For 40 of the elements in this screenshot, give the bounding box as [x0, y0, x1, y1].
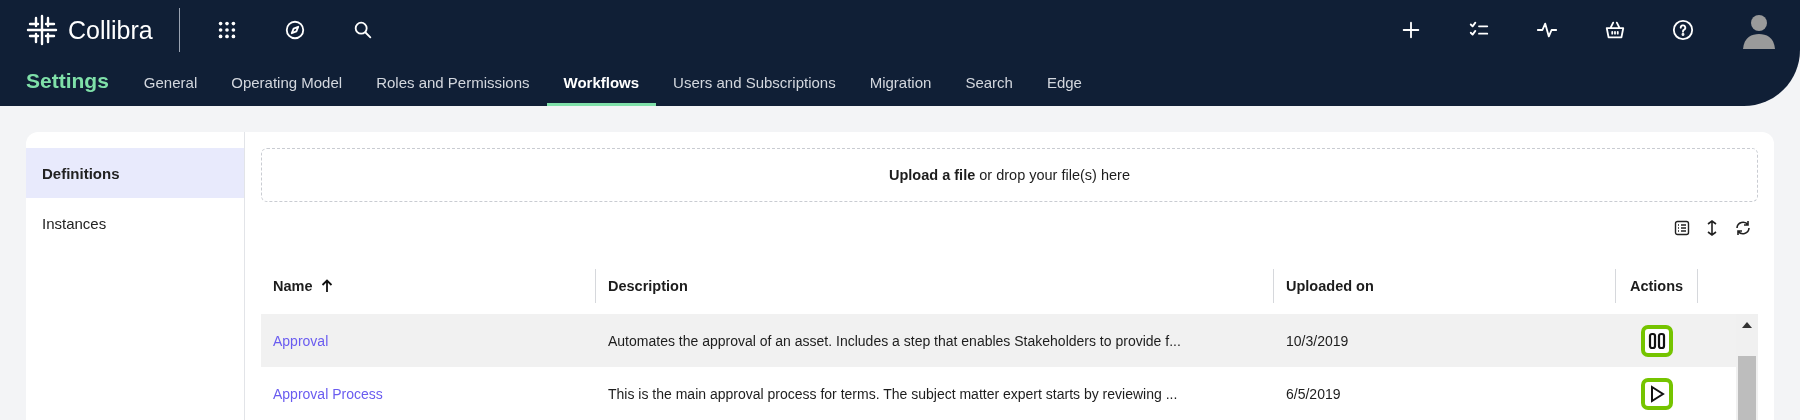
action-button[interactable]	[1641, 324, 1673, 357]
action-button[interactable]	[1641, 377, 1673, 410]
nav-tab[interactable]: Operating Model	[214, 62, 360, 106]
date-cell-text: 10/3/2019	[1285, 332, 1349, 349]
description-cell: Automates the approval of an asset. Includes a step that enables Stakeholders to provide f...	[608, 332, 1181, 349]
upload-dropzone[interactable]: Upload a file or drop your file(s) here	[261, 148, 1758, 202]
basket-icon[interactable]	[1604, 19, 1626, 41]
nav-tab[interactable]: Workflows	[546, 62, 657, 106]
column-header[interactable]: Uploaded on	[1286, 278, 1374, 294]
column-header[interactable]: Actions	[1629, 278, 1684, 294]
logo-icon	[26, 14, 58, 46]
pause-icon	[1648, 331, 1666, 350]
help-icon[interactable]	[1672, 19, 1694, 41]
nav-tab[interactable]: Roles and Permissions	[359, 62, 547, 106]
nav-tab[interactable]: General	[126, 62, 215, 106]
compass-icon[interactable]	[283, 19, 306, 41]
list-icon[interactable]	[1674, 220, 1690, 236]
table-row[interactable]: Approval Automates the approval of an asset. Includes a step that enables Stakeholders to provide f... 10/3/2019	[261, 314, 1736, 367]
play-icon	[1648, 384, 1666, 403]
column-header[interactable]: Description	[608, 278, 688, 294]
table-row[interactable]: Approval Process This is the main approval process for terms. The subject matter expert starts by reviewing ... 6/5/2019	[261, 367, 1736, 420]
brand-name[interactable]: Collibra	[68, 15, 153, 45]
nav-tab[interactable]: Migration	[852, 62, 949, 106]
workflow-link[interactable]: Approval	[261, 332, 329, 349]
scrollbar[interactable]	[1736, 314, 1758, 420]
page-title: Settings	[26, 69, 109, 93]
sidebar-item[interactable]: Definitions	[26, 148, 244, 198]
refresh-icon[interactable]	[1734, 220, 1752, 236]
nav-tab[interactable]: Edge	[1029, 62, 1099, 106]
sidebar-item[interactable]: Instances	[26, 198, 244, 248]
plus-icon[interactable]	[1400, 19, 1422, 41]
row-height-icon[interactable]	[1706, 219, 1718, 237]
nav-tab[interactable]: Users and Subscriptions	[656, 62, 853, 106]
sort-arrow-icon[interactable]	[320, 279, 333, 293]
workflow-link[interactable]: Approval Process	[261, 385, 383, 402]
date-cell-text: 6/5/2019	[1285, 385, 1341, 402]
column-header[interactable]: Name	[273, 278, 313, 294]
description-cell: This is the main approval process for terms. The subject matter expert starts by reviewing ...	[608, 385, 1178, 402]
scroll-up-icon[interactable]	[1742, 322, 1752, 328]
nav-tab[interactable]: Search	[948, 62, 1030, 106]
